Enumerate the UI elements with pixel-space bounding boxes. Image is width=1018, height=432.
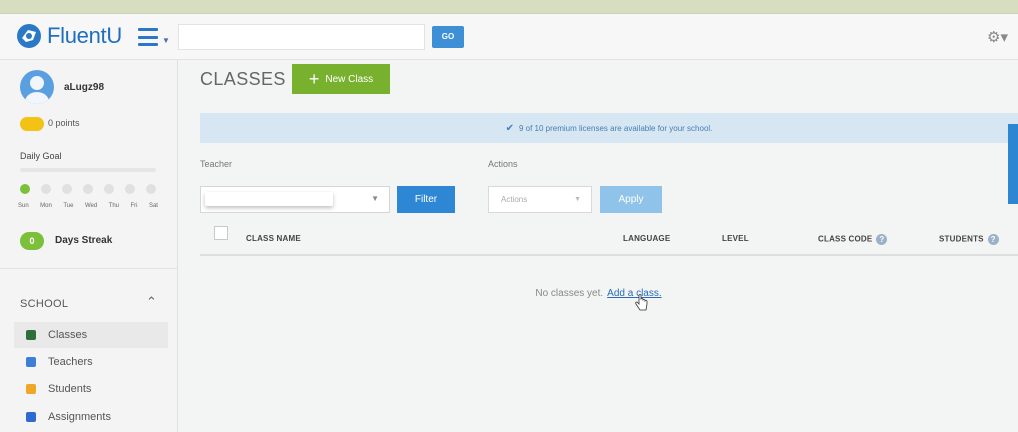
new-class-label: New Class [325,73,374,85]
sidebar: aLugz98 0 points Daily Goal Sun Mon Tue … [0,60,178,432]
help-icon[interactable]: ? [987,234,999,245]
teacher-select[interactable]: ▼ [200,186,390,213]
column-class-code[interactable]: CLASS CODE? [818,234,888,245]
new-class-button[interactable]: + New Class [292,64,390,94]
filter-button[interactable]: Filter [397,186,455,213]
streak-label: Days Streak [55,235,113,246]
help-icon[interactable]: ? [876,234,888,245]
license-banner: ✔ 9 of 10 premium licenses are available… [200,113,1018,143]
sidebar-item-teachers[interactable]: Teachers [18,349,168,375]
sidebar-item-label: Students [48,383,92,395]
day-label: Sat [148,203,158,209]
sidebar-item-label: Assignments [48,411,111,423]
hand-cursor-icon [635,294,648,311]
select-all-checkbox[interactable] [214,226,228,240]
logo-text: FluentU [47,23,122,48]
sidebar-item-label: Classes [48,329,88,341]
gear-icon[interactable]: ⚙▾ [987,28,1008,46]
column-students-label: STUDENTS [939,234,984,244]
column-level[interactable]: LEVEL [722,234,749,243]
sidebar-item-assignments[interactable]: Assignments [18,404,168,430]
top-navbar: FluentU ▼ GO ⚙▾ [0,14,1018,60]
sidebar-divider [0,268,178,269]
points-coin-icon [20,117,44,131]
feedback-side-tab[interactable] [1008,124,1018,204]
search-input[interactable] [178,24,425,50]
table-header: CLASS NAME LANGUAGE LEVEL CLASS CODE? ST… [200,222,1018,256]
classes-icon [26,330,36,340]
sidebar-item-classes[interactable]: Classes [14,322,168,348]
go-button[interactable]: GO [432,26,464,48]
school-section-title[interactable]: SCHOOL [20,298,68,310]
day-dot [146,184,156,194]
hamburger-menu-icon[interactable] [138,28,158,46]
banner-text: 9 of 10 premium licenses are available f… [518,123,713,133]
main-content: CLASSES + New Class ✔ 9 of 10 premium li… [179,60,1018,432]
empty-state-text: No classes yet. [535,288,604,299]
sidebar-item-students[interactable]: Students [18,376,168,402]
actions-label: Actions [488,159,518,169]
column-class-name[interactable]: CLASS NAME [246,234,301,243]
assignments-icon [26,412,36,422]
points-text: 0 points [48,118,80,128]
students-icon [26,384,36,394]
teachers-icon [26,357,36,367]
chevron-up-icon[interactable]: ⌃ [146,294,157,310]
week-days: Sun Mon Tue Wed Thu Fri Sat [18,203,158,209]
plus-icon: + [308,69,320,89]
day-label: Mon [40,203,52,209]
fluentu-logo-icon [17,24,41,48]
day-dot [125,184,135,194]
avatar[interactable] [20,70,54,104]
empty-state: No classes yet. Add a class. [179,288,1018,299]
page-title: CLASSES [200,69,286,89]
column-language[interactable]: LANGUAGE [623,234,670,243]
chevron-down-icon: ▼ [371,194,379,203]
daily-goal-progress-bar [20,168,156,172]
day-label: Sun [18,203,29,209]
teacher-select-value [205,192,333,206]
browser-top-strip [0,0,1018,14]
day-label: Tue [63,203,74,209]
teacher-label: Teacher [200,159,233,169]
day-label: Thu [108,203,119,209]
column-students[interactable]: STUDENTS? [939,234,999,245]
actions-select-value: Actions [501,195,528,204]
logo[interactable]: FluentU [16,23,122,49]
streak-count-badge: 0 [20,232,44,250]
day-dot [62,184,72,194]
day-label: Wed [84,203,98,209]
day-dot [20,184,30,194]
week-dots [20,184,156,194]
day-label: Fri [130,203,138,209]
actions-select[interactable]: Actions ▼ [488,186,592,213]
checkmark-icon: ✔ [505,122,514,134]
username[interactable]: aLugz98 [64,82,104,93]
apply-button[interactable]: Apply [600,186,662,213]
day-dot [104,184,114,194]
chevron-down-icon: ▼ [574,196,581,203]
day-dot [41,184,51,194]
sidebar-item-label: Teachers [48,356,93,368]
menu-caret-icon[interactable]: ▼ [162,36,170,45]
daily-goal-label: Daily Goal [20,151,62,161]
day-dot [83,184,93,194]
column-class-code-label: CLASS CODE [818,234,873,244]
